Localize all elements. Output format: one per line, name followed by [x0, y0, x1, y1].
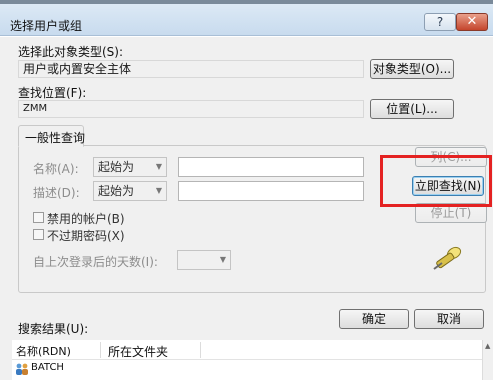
search-results-label: 搜索结果(U):: [18, 322, 89, 336]
row-name: BATCH: [31, 362, 64, 373]
tab-common-queries[interactable]: 一般性查询: [18, 125, 86, 147]
disabled-accounts-checkbox[interactable]: [33, 212, 44, 223]
window-title: 选择用户或组: [10, 19, 83, 33]
results-table-header: 名称(RDN) 所在文件夹: [12, 340, 482, 360]
days-since-logon-label: 自上次登录后的天数(I):: [33, 255, 158, 269]
title-bar[interactable]: 选择用户或组 ? ✕: [0, 4, 493, 36]
scroll-up-icon[interactable]: ▲: [485, 342, 490, 350]
non-expiring-password-checkbox[interactable]: [33, 229, 44, 240]
chevron-down-icon: ▼: [219, 255, 226, 264]
non-expiring-password-label: 不过期密码(X): [47, 229, 125, 243]
description-mode-select[interactable]: 起始为 ▼: [93, 181, 167, 201]
chevron-down-icon: ▼: [155, 186, 162, 195]
column-header-name[interactable]: 名称(RDN): [16, 343, 71, 359]
results-list: BATCH: [12, 360, 482, 380]
description-input[interactable]: [178, 181, 364, 201]
results-scrollbar[interactable]: ▲: [482, 340, 493, 380]
object-type-label: 选择此对象类型(S):: [18, 45, 124, 59]
name-label: 名称(A):: [33, 162, 79, 176]
column-header-folder[interactable]: 所在文件夹: [108, 343, 168, 360]
name-input[interactable]: [178, 157, 364, 177]
object-types-button[interactable]: 对象类型(O)...: [370, 59, 454, 79]
column-divider: [100, 342, 101, 358]
table-row[interactable]: BATCH: [12, 360, 192, 378]
location-label: 查找位置(F):: [18, 86, 87, 100]
name-mode-value: 起始为: [98, 160, 135, 174]
group-principal-icon: [15, 362, 29, 376]
name-mode-select[interactable]: 起始为 ▼: [93, 157, 167, 177]
ok-button[interactable]: 确定: [339, 309, 409, 329]
tab-label: 一般性查询: [25, 131, 86, 145]
disabled-accounts-label: 禁用的帐户(B): [47, 212, 125, 226]
description-mode-value: 起始为: [98, 184, 135, 198]
search-flashlight-icon: [430, 245, 464, 275]
object-type-value: 用户或内置安全主体: [18, 60, 364, 78]
location-value: ZMM: [18, 100, 364, 118]
chevron-down-icon: ▼: [155, 162, 162, 171]
cancel-button[interactable]: 取消: [414, 309, 484, 329]
description-label: 描述(D):: [33, 186, 80, 200]
highlight-box: [380, 155, 492, 207]
column-divider: [200, 342, 201, 358]
locations-button[interactable]: 位置(L)...: [370, 99, 454, 119]
days-since-logon-select[interactable]: ▼: [177, 250, 231, 270]
close-button[interactable]: ✕: [456, 13, 488, 31]
help-button[interactable]: ?: [424, 13, 456, 31]
